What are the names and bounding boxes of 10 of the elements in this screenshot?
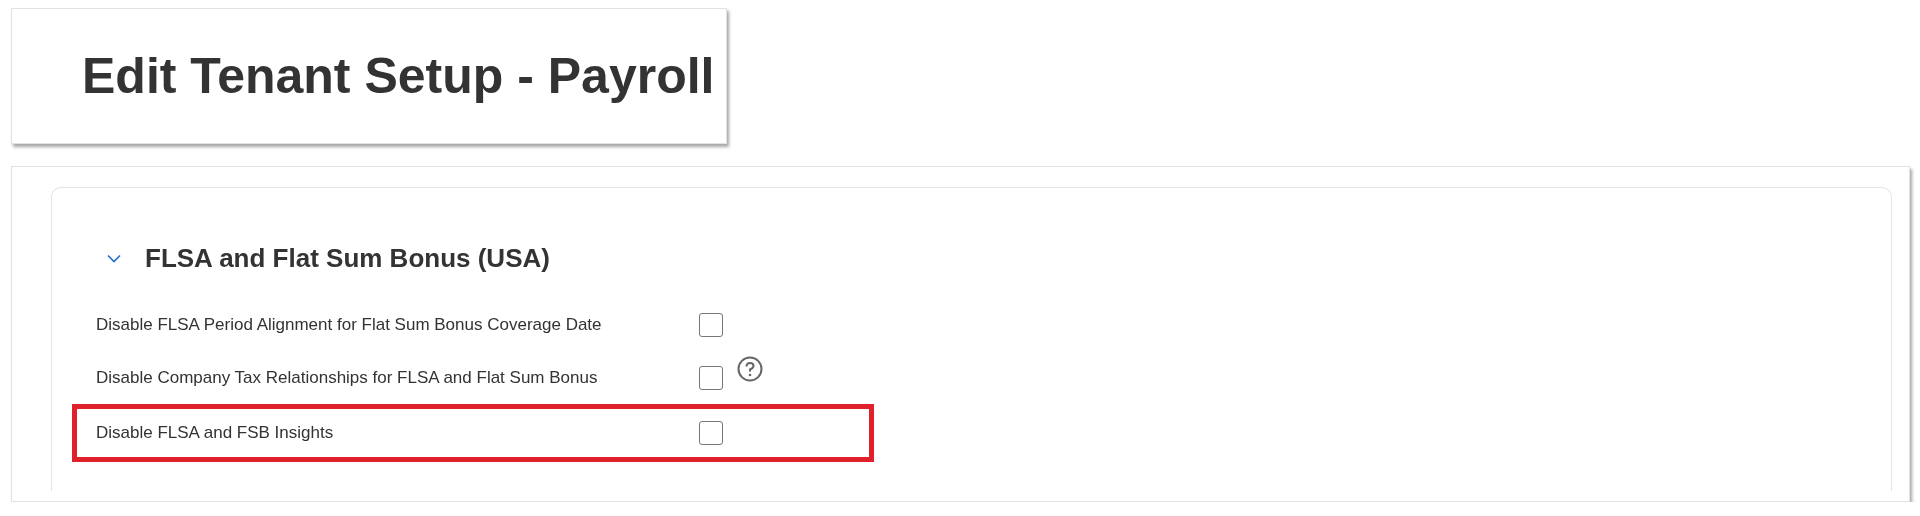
setting-label: Disable FLSA Period Alignment for Flat Sum Bonus Coverage Date — [96, 314, 603, 335]
help-icon[interactable] — [737, 355, 763, 382]
setting-label: Disable FLSA and FSB Insights — [96, 423, 335, 443]
page-title: Edit Tenant Setup - Payroll — [82, 47, 715, 105]
checkbox[interactable] — [699, 312, 723, 337]
checkbox[interactable] — [699, 421, 723, 445]
section-title: FLSA and Flat Sum Bonus (USA) — [145, 242, 550, 274]
chevron-icon[interactable] — [107, 253, 121, 263]
setting-label: Disable Company Tax Relationships for FLSA and Flat Sum Bonus — [96, 367, 599, 388]
checkbox[interactable] — [699, 365, 723, 390]
